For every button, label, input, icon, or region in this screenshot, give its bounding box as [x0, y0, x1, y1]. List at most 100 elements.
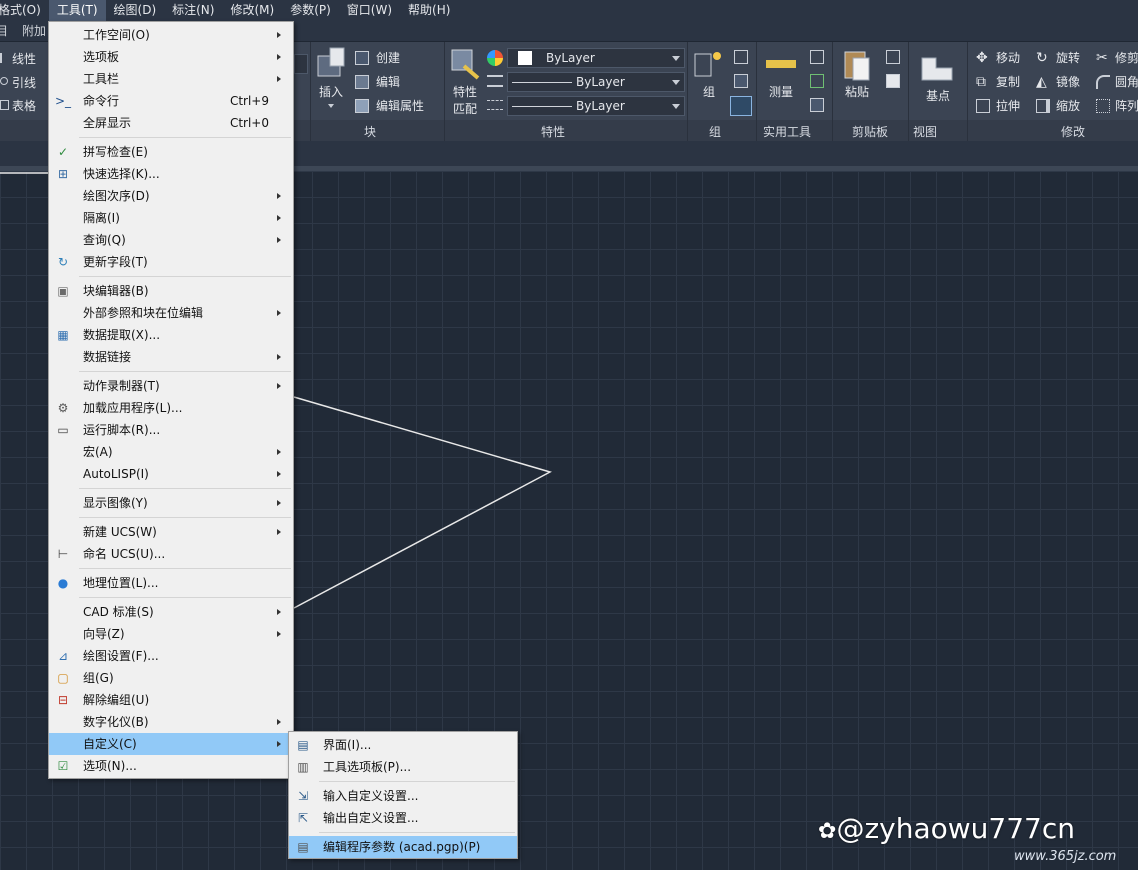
match-properties-label-2[interactable]: 匹配 — [453, 101, 477, 117]
ungroup-icon[interactable] — [734, 50, 748, 64]
tools-menu-item[interactable]: ⊟ 解除编组(U) — [49, 689, 293, 711]
scale-button[interactable]: 缩放 — [1056, 98, 1080, 114]
spell-check-icon: ✓ — [57, 145, 69, 159]
tools-menu-item-label: 选项板 — [83, 50, 120, 64]
menu-dimension[interactable]: 标注(N) — [164, 0, 222, 21]
tools-menu-item[interactable]: ⊿ 绘图设置(F)... — [49, 645, 293, 667]
select-all-icon[interactable] — [810, 74, 824, 88]
customize-submenu-item[interactable]: ▥ 工具选项板(P)... — [289, 756, 517, 778]
tools-menu-item[interactable]: 宏(A) — [49, 441, 293, 463]
leader-button[interactable]: 引线 — [12, 75, 36, 91]
table-button[interactable]: 表格 — [12, 98, 36, 114]
tools-menu-item[interactable]: 显示图像(Y) — [49, 492, 293, 514]
stretch-button[interactable]: 拉伸 — [996, 98, 1020, 114]
tools-menu-item-label: 动作录制器(T) — [83, 379, 160, 393]
create-block-button[interactable]: 创建 — [376, 50, 400, 66]
array-icon — [1096, 99, 1110, 113]
customize-submenu-item[interactable]: ▤ 界面(I)... — [289, 734, 517, 756]
tools-menu-item-label: 工作空间(O) — [83, 28, 150, 42]
globe-icon: ● — [57, 576, 69, 590]
tools-menu-item[interactable]: 查询(Q) — [49, 229, 293, 251]
tools-menu-item[interactable]: ⚙ 加载应用程序(L)... — [49, 397, 293, 419]
tools-menu-item[interactable]: 向导(Z) — [49, 623, 293, 645]
menu-window[interactable]: 窗口(W) — [339, 0, 400, 21]
edit-block-button[interactable]: 编辑 — [376, 74, 400, 90]
tools-menu-item-label: 查询(Q) — [83, 233, 126, 247]
insert-block-button[interactable]: 插入 — [319, 84, 343, 100]
cut-icon[interactable] — [886, 50, 900, 64]
menu-parametric[interactable]: 参数(P) — [282, 0, 339, 21]
paste-button[interactable]: 粘贴 — [845, 84, 869, 100]
menu-draw[interactable]: 绘图(D) — [106, 0, 165, 21]
tools-menu-item[interactable]: 绘图次序(D) — [49, 185, 293, 207]
copy-clip-icon[interactable] — [886, 74, 900, 88]
modify-panel-title[interactable]: 修改 — [1061, 123, 1085, 140]
tools-menu-item[interactable]: ⊞ 快速选择(K)... — [49, 163, 293, 185]
tools-menu-item[interactable]: ● 地理位置(L)... — [49, 572, 293, 594]
utilities-panel-title[interactable]: 实用工具 — [763, 123, 811, 140]
group-select-toggle-icon[interactable] — [730, 96, 752, 116]
group-edit-icon[interactable] — [734, 74, 748, 88]
annotation-dropdown[interactable] — [294, 54, 308, 74]
tools-menu-item[interactable]: 自定义(C) — [49, 733, 293, 755]
tools-menu-item[interactable]: ▣ 块编辑器(B) — [49, 280, 293, 302]
move-button[interactable]: 移动 — [996, 50, 1020, 66]
customize-submenu-item[interactable]: ⇲ 输入自定义设置... — [289, 785, 517, 807]
menu-tools[interactable]: 工具(T) — [48, 0, 106, 21]
tools-menu-item[interactable]: 数字化仪(B) — [49, 711, 293, 733]
measure-button[interactable]: 测量 — [769, 84, 793, 100]
group-panel-title[interactable]: 组 — [709, 123, 721, 140]
block-panel-title[interactable]: 块 — [364, 123, 376, 140]
menu-help[interactable]: 帮助(H) — [400, 0, 458, 21]
pgp-icon: ▤ — [297, 840, 309, 854]
view-panel-title[interactable]: 视图 — [913, 123, 937, 140]
tools-menu-item[interactable]: 全屏显示 Ctrl+0 — [49, 112, 293, 134]
lineweight-preview — [512, 106, 572, 107]
menu-format[interactable]: 格式(O) — [0, 0, 49, 21]
mirror-button[interactable]: 镜像 — [1056, 74, 1080, 90]
tools-menu-item[interactable]: 新建 UCS(W) — [49, 521, 293, 543]
match-properties-label-1[interactable]: 特性 — [453, 84, 477, 100]
color-combo[interactable]: ByLayer — [507, 48, 685, 68]
lineweight-combo[interactable]: ByLayer — [507, 96, 685, 116]
tools-menu-item[interactable]: ⊢ 命名 UCS(U)... — [49, 543, 293, 565]
base-view-button[interactable]: 基点 — [926, 88, 950, 104]
ribbon-tab-partial[interactable]: 目 — [0, 21, 8, 42]
tools-menu-item[interactable]: 工作空间(O) — [49, 24, 293, 46]
customize-submenu-item[interactable]: ⇱ 输出自定义设置... — [289, 807, 517, 829]
fillet-button[interactable]: 圆角 — [1115, 74, 1138, 90]
linetype-combo[interactable]: ByLayer — [507, 72, 685, 92]
tools-menu-item[interactable]: ▦ 数据提取(X)... — [49, 324, 293, 346]
copy-button[interactable]: 复制 — [996, 74, 1020, 90]
tools-menu-item[interactable]: 工具栏 — [49, 68, 293, 90]
tools-menu-item[interactable]: >_ 命令行 Ctrl+9 — [49, 90, 293, 112]
tools-menu-item[interactable]: 数据链接 — [49, 346, 293, 368]
rotate-button[interactable]: 旋转 — [1056, 50, 1080, 66]
ribbon-tab-addon[interactable]: 附加 — [22, 21, 46, 42]
calculator-icon[interactable] — [810, 98, 824, 112]
quick-select-ribbon-icon[interactable] — [810, 50, 824, 64]
clipboard-panel-title[interactable]: 剪贴板 — [852, 123, 888, 140]
tools-menu-item[interactable]: ▢ 组(G) — [49, 667, 293, 689]
tools-menu-item[interactable]: 动作录制器(T) — [49, 375, 293, 397]
properties-panel-title[interactable]: 特性 — [541, 123, 565, 140]
tools-menu-item[interactable]: AutoLISP(I) — [49, 463, 293, 485]
customize-submenu-item[interactable]: ▤ 编辑程序参数 (acad.pgp)(P) — [289, 836, 517, 858]
tools-menu-item[interactable]: 外部参照和块在位编辑 — [49, 302, 293, 324]
tools-menu-item[interactable]: ✓ 拼写检查(E) — [49, 141, 293, 163]
trim-button[interactable]: 修剪 — [1115, 50, 1138, 66]
color-combo-value: ByLayer — [546, 51, 595, 65]
array-button[interactable]: 阵列 — [1115, 98, 1138, 114]
edit-attribute-button[interactable]: 编辑属性 — [376, 98, 424, 114]
tools-menu-item[interactable]: CAD 标准(S) — [49, 601, 293, 623]
tools-menu-item[interactable]: 隔离(I) — [49, 207, 293, 229]
tools-menu-item[interactable]: ↻ 更新字段(T) — [49, 251, 293, 273]
menu-modify[interactable]: 修改(M) — [222, 0, 282, 21]
tools-menu-item[interactable]: ▭ 运行脚本(R)... — [49, 419, 293, 441]
tools-menu-item[interactable]: 选项板 — [49, 46, 293, 68]
group-button[interactable]: 组 — [703, 84, 715, 100]
linear-dim-button[interactable]: 线性 — [12, 51, 36, 67]
tools-menu-item[interactable]: ☑ 选项(N)... — [49, 755, 293, 777]
tools-menu-item-label: 命令行 — [83, 94, 120, 108]
tools-menu-item-shortcut: Ctrl+0 — [229, 116, 269, 130]
